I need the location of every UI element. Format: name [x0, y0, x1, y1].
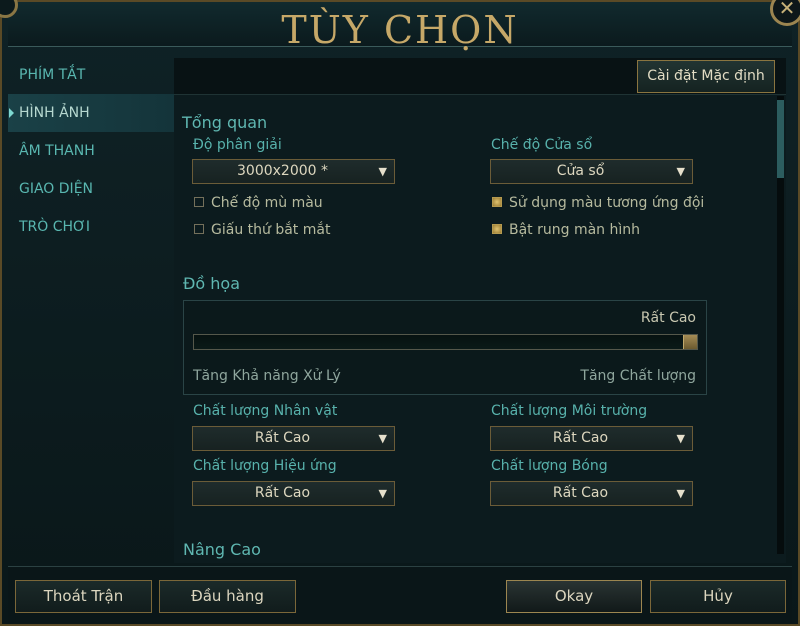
chevron-down-icon: ▼ [378, 487, 387, 500]
character-quality-select[interactable]: Rất Cao ▼ [192, 426, 395, 451]
shadow-quality-value: Rất Cao [552, 485, 609, 501]
sidebar-item-video[interactable]: HÌNH ẢNH [8, 94, 174, 132]
window-mode-label: Chế độ Cửa sổ [491, 137, 593, 153]
slider-handle[interactable] [683, 335, 697, 349]
slider-fill [194, 335, 697, 349]
scrollbar[interactable] [777, 96, 784, 554]
window-mode-select[interactable]: Cửa sổ ▼ [490, 159, 693, 184]
overview-heading: Tổng quan [182, 113, 268, 132]
chevron-down-icon: ▼ [676, 165, 685, 178]
chevron-down-icon: ▼ [378, 432, 387, 445]
hide-eye-candy-label: Giấu thứ bắt mắt [211, 222, 331, 238]
graphics-level-value: Rất Cao [640, 310, 696, 326]
sidebar-item-game[interactable]: TRÒ CHƠI [8, 208, 174, 246]
window-mode-value: Cửa sổ [556, 163, 605, 179]
quality-caption: Tăng Chất lượng [580, 368, 696, 384]
chevron-down-icon: ▼ [676, 432, 685, 445]
advanced-heading: Nâng Cao [183, 540, 261, 559]
chevron-down-icon: ▼ [676, 487, 685, 500]
resolution-value: 3000x2000 * [237, 163, 328, 179]
checkbox-icon [194, 197, 204, 207]
exit-match-button[interactable]: Thoát Trận [15, 580, 152, 613]
checkbox-checked-icon [492, 197, 502, 207]
environment-quality-label: Chất lượng Môi trường [491, 403, 648, 419]
surrender-button[interactable]: Đầu hàng [159, 580, 296, 613]
chevron-down-icon: ▼ [378, 165, 387, 178]
environment-quality-value: Rất Cao [552, 430, 609, 446]
title-bar: TÙY CHỌN [8, 2, 792, 52]
sidebar-item-hotkeys[interactable]: PHÍM TẮT [8, 56, 174, 94]
screen-shake-checkbox[interactable]: Bật rung màn hình [492, 220, 640, 240]
sidebar: PHÍM TẮT HÌNH ẢNH ÂM THANH GIAO DIỆN TRÒ… [8, 56, 174, 564]
footer-bar: Thoát Trận Đầu hàng Okay Hủy [8, 566, 792, 623]
team-colors-label: Sử dụng màu tương ứng đội [509, 195, 705, 211]
colorblind-label: Chế độ mù màu [211, 195, 323, 211]
hide-eye-candy-checkbox[interactable]: Giấu thứ bắt mắt [194, 220, 330, 240]
effects-quality-value: Rất Cao [254, 485, 311, 501]
checkbox-icon [194, 224, 204, 234]
colorblind-checkbox[interactable]: Chế độ mù màu [194, 193, 323, 213]
character-quality-value: Rất Cao [254, 430, 311, 446]
okay-button[interactable]: Okay [506, 580, 642, 613]
team-colors-checkbox[interactable]: Sử dụng màu tương ứng đội [492, 193, 704, 213]
shadow-quality-select[interactable]: Rất Cao ▼ [490, 481, 693, 506]
screen-shake-label: Bật rung màn hình [509, 222, 641, 238]
performance-caption: Tăng Khả năng Xử Lý [193, 368, 341, 384]
sidebar-item-sound[interactable]: ÂM THANH [8, 132, 174, 170]
close-icon: ✕ [778, 0, 796, 20]
scrollbar-thumb[interactable] [777, 100, 784, 178]
environment-quality-select[interactable]: Rất Cao ▼ [490, 426, 693, 451]
cancel-button[interactable]: Hủy [650, 580, 786, 613]
sidebar-item-interface[interactable]: GIAO DIỆN [8, 170, 174, 208]
graphics-quality-slider[interactable] [193, 334, 698, 350]
shadow-quality-label: Chất lượng Bóng [491, 458, 608, 474]
panel-toolbar: Cài đặt Mặc định [174, 58, 786, 95]
window-title: TÙY CHỌN [281, 8, 519, 52]
graphics-heading: Đồ họa [183, 274, 241, 293]
resolution-label: Độ phân giải [193, 137, 282, 153]
effects-quality-select[interactable]: Rất Cao ▼ [192, 481, 395, 506]
resolution-select[interactable]: 3000x2000 * ▼ [192, 159, 395, 184]
effects-quality-label: Chất lượng Hiệu ứng [193, 458, 337, 474]
checkbox-checked-icon [492, 224, 502, 234]
character-quality-label: Chất lượng Nhân vật [193, 403, 338, 419]
restore-defaults-button[interactable]: Cài đặt Mặc định [637, 60, 775, 93]
settings-panel: Cài đặt Mặc định Tổng quan Độ phân giải … [174, 58, 786, 563]
graphics-quality-panel: Rất Cao Tăng Khả năng Xử Lý Tăng Chất lư… [183, 300, 707, 395]
